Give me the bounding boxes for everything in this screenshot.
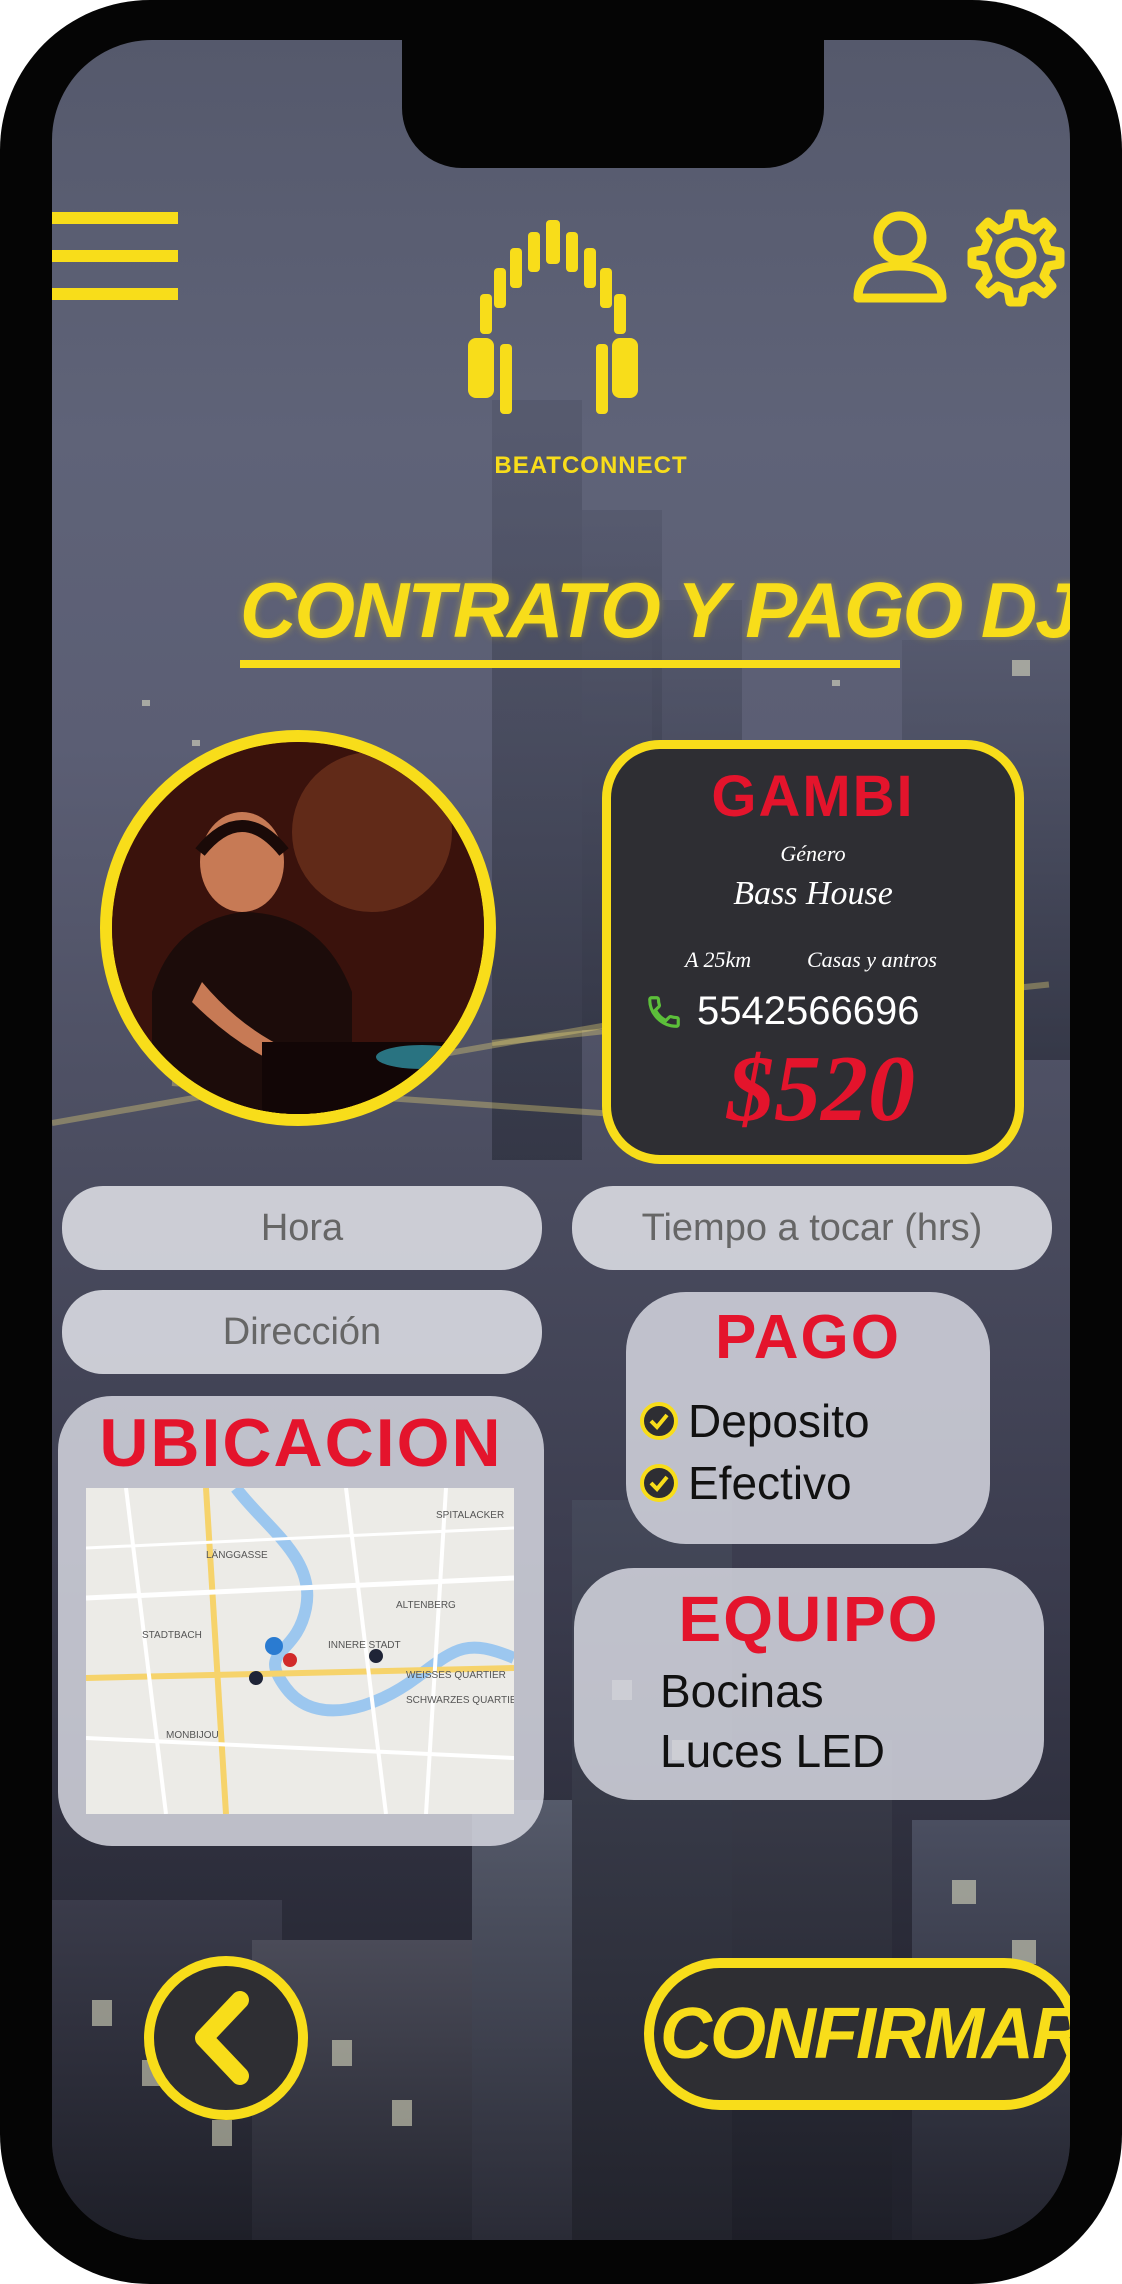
payment-option-deposito[interactable]: Deposito (640, 1394, 870, 1448)
map-label: INNERE STADT (328, 1640, 401, 1651)
payment-option-efectivo[interactable]: Efectivo (640, 1456, 852, 1510)
ubicacion-panel: UBICACION SPITALACKER LÄNGGASSE ALTENBER… (58, 1396, 544, 1846)
equipment-item: Luces LED (660, 1725, 886, 1777)
distance-text: A 25km (685, 947, 752, 972)
genre-value: Bass House (733, 875, 893, 912)
map-label: STADTBACH (142, 1630, 202, 1641)
pago-panel: PAGO Deposito Efectivo (626, 1292, 990, 1544)
equipment-item: Bocinas (660, 1665, 824, 1717)
chevron-left-icon (195, 1991, 249, 2085)
map-label: WEISSES QUARTIER (406, 1670, 506, 1681)
venue-type-text: Casas y antros (807, 947, 937, 972)
direccion-input[interactable] (62, 1290, 542, 1374)
payment-option-label: Deposito (688, 1395, 870, 1447)
map-label: LÄNGGASSE (206, 1549, 268, 1561)
pago-title: PAGO (715, 1303, 901, 1372)
ubicacion-title: UBICACION (99, 1405, 503, 1481)
map-label: MONBIJOU (166, 1730, 219, 1741)
page-title: CONTRATO Y PAGO DJ (240, 566, 1070, 654)
dj-name: GAMBI (711, 764, 915, 829)
checkmark-icon[interactable] (640, 1464, 678, 1502)
location-map[interactable]: SPITALACKER LÄNGGASSE ALTENBERG STADTBAC… (86, 1488, 514, 1814)
dj-avatar (100, 730, 496, 1126)
phone-icon[interactable] (645, 993, 683, 1031)
equipo-title: EQUIPO (678, 1583, 940, 1655)
phone-frame: BEATCONNECT CONTRATO Y PAGO DJ GAMBI Gén… (0, 0, 1122, 2284)
equipo-panel: EQUIPO Bocinas Luces LED (574, 1568, 1044, 1800)
hamburger-menu-icon[interactable] (52, 212, 178, 302)
headphones-logo-icon (468, 220, 638, 414)
confirm-button[interactable]: CONFIRMAR (644, 1958, 1070, 2110)
map-label: SCHWARZES QUARTIER (406, 1695, 514, 1706)
dj-price: $520 (727, 1037, 915, 1141)
dj-phone-number[interactable]: 5542566696 (697, 989, 919, 1034)
payment-option-label: Efectivo (688, 1457, 852, 1509)
app-screen: BEATCONNECT CONTRATO Y PAGO DJ GAMBI Gén… (52, 40, 1070, 2240)
dj-photo-image (112, 742, 484, 1114)
dj-info-card: GAMBI Género Bass House A 25km Casas y a… (602, 740, 1024, 1164)
hora-input[interactable] (62, 1186, 542, 1270)
phone-notch (402, 40, 824, 168)
map-label: ALTENBERG (396, 1600, 456, 1611)
brand-name: BEATCONNECT (494, 452, 688, 479)
back-button[interactable] (144, 1956, 308, 2120)
user-profile-icon[interactable] (852, 208, 948, 304)
tiempo-a-tocar-input[interactable] (572, 1186, 1052, 1270)
map-label: SPITALACKER (436, 1510, 504, 1521)
title-underline (240, 660, 900, 668)
settings-gear-icon[interactable] (966, 208, 1066, 308)
checkmark-icon[interactable] (640, 1402, 678, 1440)
genre-label: Género (780, 841, 846, 866)
